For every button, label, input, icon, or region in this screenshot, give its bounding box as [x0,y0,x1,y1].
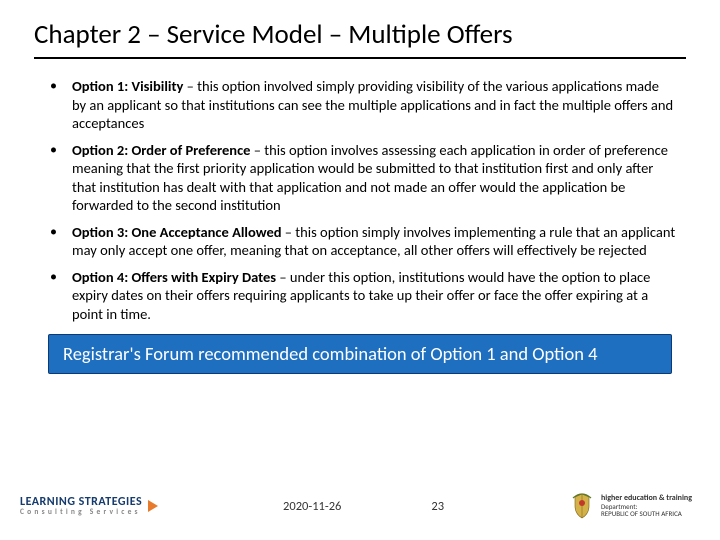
list-item: Option 2: Order of Preference – this opt… [50,141,676,215]
logo-text: LEARNING STRATEGIES Consulting Services [20,496,142,517]
option-label: Option 1: Visibility [72,77,183,95]
list-item: Option 3: One Acceptance Allowed – this … [50,223,676,260]
dept-text: higher education & training Department: … [601,494,692,518]
footer-center: 2020-11-26 23 [158,499,569,514]
logo-line1: LEARNING STRATEGIES [20,496,142,508]
slide: Chapter 2 – Service Model – Multiple Off… [0,0,720,540]
list-item: Option 4: Offers with Expiry Dates – und… [50,268,676,324]
learning-strategies-logo: LEARNING STRATEGIES Consulting Services [20,496,158,517]
option-label: Option 3: One Acceptance Allowed [72,223,282,241]
arrow-icon [148,500,158,512]
slide-date: 2020-11-26 [283,499,341,514]
recommendation-banner: Registrar's Forum recommended combinatio… [48,334,672,374]
logo-line2: Consulting Services [20,509,142,517]
bullet-list: Option 1: Visibility – this option invol… [34,77,686,324]
dept-line3: REPUBLIC OF SOUTH AFRICA [601,510,692,518]
title-underline [34,57,686,59]
footer: LEARNING STRATEGIES Consulting Services … [0,482,720,530]
dept-logo: higher education & training Department: … [569,492,692,520]
option-label: Option 4: Offers with Expiry Dates [72,268,276,286]
option-label: Option 2: Order of Preference [72,141,250,159]
coat-of-arms-icon [569,492,595,520]
slide-title: Chapter 2 – Service Model – Multiple Off… [34,18,686,51]
slide-number: 23 [431,499,444,514]
list-item: Option 1: Visibility – this option invol… [50,77,676,133]
